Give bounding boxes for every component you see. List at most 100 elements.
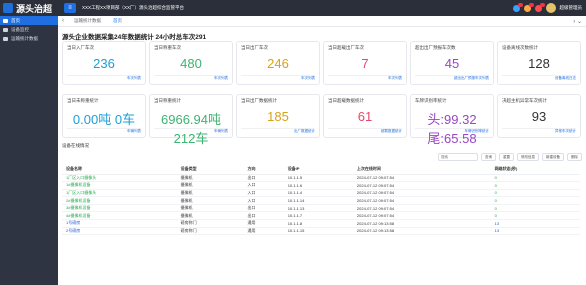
stat-card-link[interactable]: 车次列表 — [127, 76, 141, 81]
chevron-down-icon[interactable]: ⌄ — [577, 19, 582, 25]
stat-card-label: 当日未称重统计 — [67, 98, 99, 103]
app-title: 源头治超 — [16, 3, 53, 14]
stat-card-value: 61 — [357, 109, 373, 124]
stat-card-label: 当日超载出厂车次 — [328, 45, 364, 50]
table-row[interactable]: 1厂区入口摄像头 摄像机 出口 10.1.1.5 2024-07-12 09:07:54… — [62, 174, 580, 183]
column-header[interactable]: 设备类型 — [176, 165, 244, 175]
stat-card-label: 当日超载数据统计 — [328, 98, 364, 103]
sidebar-item-transport-stats[interactable]: 运输统计数据 — [0, 34, 58, 43]
column-header[interactable]: 方向 — [243, 165, 284, 175]
column-header[interactable]: 网络状态(秒) — [490, 165, 580, 175]
table-cell-time: 2024-07-12 09:07:54 — [352, 181, 491, 190]
column-header[interactable]: 上次在线时间 — [352, 165, 491, 175]
stats-icon — [3, 36, 8, 41]
table-cell-name[interactable]: 1厂区入口摄像头 — [62, 174, 177, 183]
table-row[interactable]: 3#摄像机设备 摄像机 出口 10.1.1.13 2024-07-12 09:07:54… — [62, 204, 580, 213]
table-row[interactable]: 4#摄像机设备 摄像机 出口 10.1.1.7 2024-07-12 09:07:54 0 — [62, 211, 580, 221]
table-cell-name[interactable]: 1厂区入口摄像头 — [62, 189, 177, 198]
stat-card: 当日超载数据统计 61 超载数据统计 — [323, 94, 407, 138]
table-row[interactable]: 2#摄像机设备 摄像机 入口 10.1.1.14 2024-07-12 09:07:54… — [62, 196, 580, 205]
table-cell-ip: 10.1.1.6 — [283, 181, 353, 190]
message-icon[interactable] — [523, 2, 534, 12]
edit-info-button[interactable]: 修改信息 — [517, 153, 539, 161]
table-cell-name[interactable]: 1#摄像机设备 — [62, 181, 177, 190]
reset-button[interactable]: 重置 — [499, 153, 514, 161]
chevron-left-icon[interactable]: ‹ — [58, 18, 68, 24]
alert-icon[interactable] — [534, 2, 545, 12]
table-cell-time: 2024-07-12 09:07:54 — [352, 196, 491, 205]
table-cell-ip: 10.1.1.7 — [283, 211, 353, 221]
notification-icon[interactable] — [512, 2, 523, 12]
table-cell-status: 13 — [490, 219, 580, 228]
table-cell-name[interactable]: 2#摄像机设备 — [62, 196, 177, 205]
table-cell-dir: 入口 — [243, 196, 284, 205]
alert-badge — [539, 2, 545, 7]
table-cell-name[interactable]: 3#摄像机设备 — [62, 204, 177, 213]
stat-card-link[interactable]: 车牌识别率统计 — [465, 129, 490, 134]
stat-card-value: 7 — [361, 56, 369, 71]
table-row[interactable]: 1厂区入口摄像头 摄像机 入口 10.1.1.4 2024-07-12 09:07:54… — [62, 189, 580, 198]
table-cell-ip: 10.1.1.4 — [283, 189, 353, 198]
stat-card-link[interactable]: 车次列表 — [301, 76, 315, 81]
chevron-right-icon[interactable]: › — [573, 19, 575, 25]
tab-controls: › ⌄ — [573, 18, 582, 25]
table-header-row: 设备名称 设备类型 方向 设备IP 上次在线时间 网络状态(秒) — [62, 165, 580, 175]
page-title: 源头企业数据采集24年数据统计 24小时总车次291 — [62, 34, 207, 41]
table-cell-type: 摄像机 — [176, 189, 244, 198]
table-cell-ip: 10.1.1.8 — [283, 219, 353, 228]
stat-card-value: 246 — [267, 56, 289, 71]
table-cell-name[interactable]: 4#摄像机设备 — [62, 211, 177, 221]
stat-card-label: 超出出厂预报车次数 — [415, 45, 456, 50]
stat-card: 设备离线次数统计 128 设备离线日志 — [497, 41, 581, 85]
table-cell-ip: 10.1.1.14 — [283, 196, 353, 205]
stat-card-link[interactable]: 车次列表 — [388, 76, 402, 81]
stat-card-value: 0.00吨 0车 — [72, 112, 136, 127]
table-cell-name[interactable]: 1号磅房 — [62, 219, 177, 228]
delete-button[interactable]: 删除 — [567, 153, 582, 161]
stat-card-label: 当日出厂车次 — [241, 45, 268, 50]
menu-toggle-button[interactable]: ≡ — [64, 3, 76, 13]
stat-card-link[interactable]: 设备离线日志 — [555, 76, 576, 81]
stat-card-link[interactable]: 异常车次统计 — [555, 129, 576, 134]
table-cell-time: 2024-07-12 09:07:54 — [352, 204, 491, 213]
table-row[interactable]: 1号磅房 磅房称门 通用 10.1.1.8 2024-07-12 09:13:58 13 — [62, 219, 580, 228]
table-cell-time: 2024-07-12 09:07:54 — [352, 211, 491, 221]
table-row[interactable]: 1#摄像机设备 摄像机 入口 10.1.1.6 2024-07-12 09:07:54 0 — [62, 181, 580, 190]
stat-card-link[interactable]: 车辆列表 — [214, 129, 228, 134]
stat-card-link[interactable]: 超出出厂预报车次列表 — [454, 76, 489, 81]
column-header[interactable]: 设备IP — [283, 165, 353, 175]
table-cell-time: 2024-07-12 09:07:54 — [352, 189, 491, 198]
stat-card-value: 480 — [180, 56, 202, 71]
top-right-actions: 超级管理员 — [512, 0, 583, 16]
stat-card-label: 设备离线次数统计 — [502, 45, 538, 50]
sidebar-item-home[interactable]: 首页 — [0, 16, 58, 25]
tab-home[interactable]: 首页 — [107, 18, 128, 24]
avatar[interactable] — [545, 3, 556, 13]
stat-card: 决超主机异常车次统计 93 异常车次统计 — [497, 94, 581, 138]
table-cell-name[interactable]: 2号磅房 — [62, 227, 177, 236]
stat-card-value: 185 — [267, 109, 289, 124]
stat-card-value: 93 — [531, 109, 547, 124]
table-cell-time: 2024-07-12 09:13:58 — [352, 219, 491, 228]
column-header[interactable]: 设备名称 — [62, 165, 177, 175]
app-logo: 源头治超 — [0, 0, 58, 16]
table-cell-dir: 入口 — [243, 181, 284, 190]
sidebar-item-device-monitor[interactable]: 设备监控 — [0, 25, 58, 34]
table-row[interactable]: 2号磅房 磅房称门 通用 10.1.1.15 2024-07-12 09:13:58 13 — [62, 227, 580, 236]
stat-card-link[interactable]: 车辆列表 — [127, 129, 141, 134]
stat-card-link[interactable]: 超载数据统计 — [381, 129, 402, 134]
monitor-icon — [3, 27, 8, 32]
new-device-button[interactable]: 新建设备 — [542, 153, 564, 161]
user-name[interactable]: 超级管理员 — [560, 5, 583, 11]
query-button[interactable]: 查询 — [481, 153, 496, 161]
stat-card-link[interactable]: 出厂数据统计 — [294, 129, 315, 134]
stat-card: 车牌识别率统计 头:99.32 尾:65.58 车牌识别率统计 — [410, 94, 494, 146]
table-cell-dir: 出口 — [243, 174, 284, 183]
table-cell-type: 摄像机 — [176, 181, 244, 190]
stat-card-link[interactable]: 车次列表 — [214, 76, 228, 81]
table-cell-status: 0 — [490, 189, 580, 198]
stat-card: 超出出厂预报车次数 45 超出出厂预报车次列表 — [410, 41, 494, 85]
tab-transport-stats[interactable]: 运输统计数据 — [68, 18, 107, 24]
search-input[interactable] — [438, 153, 478, 161]
stat-card-label: 当日出厂数据统计 — [241, 98, 277, 103]
